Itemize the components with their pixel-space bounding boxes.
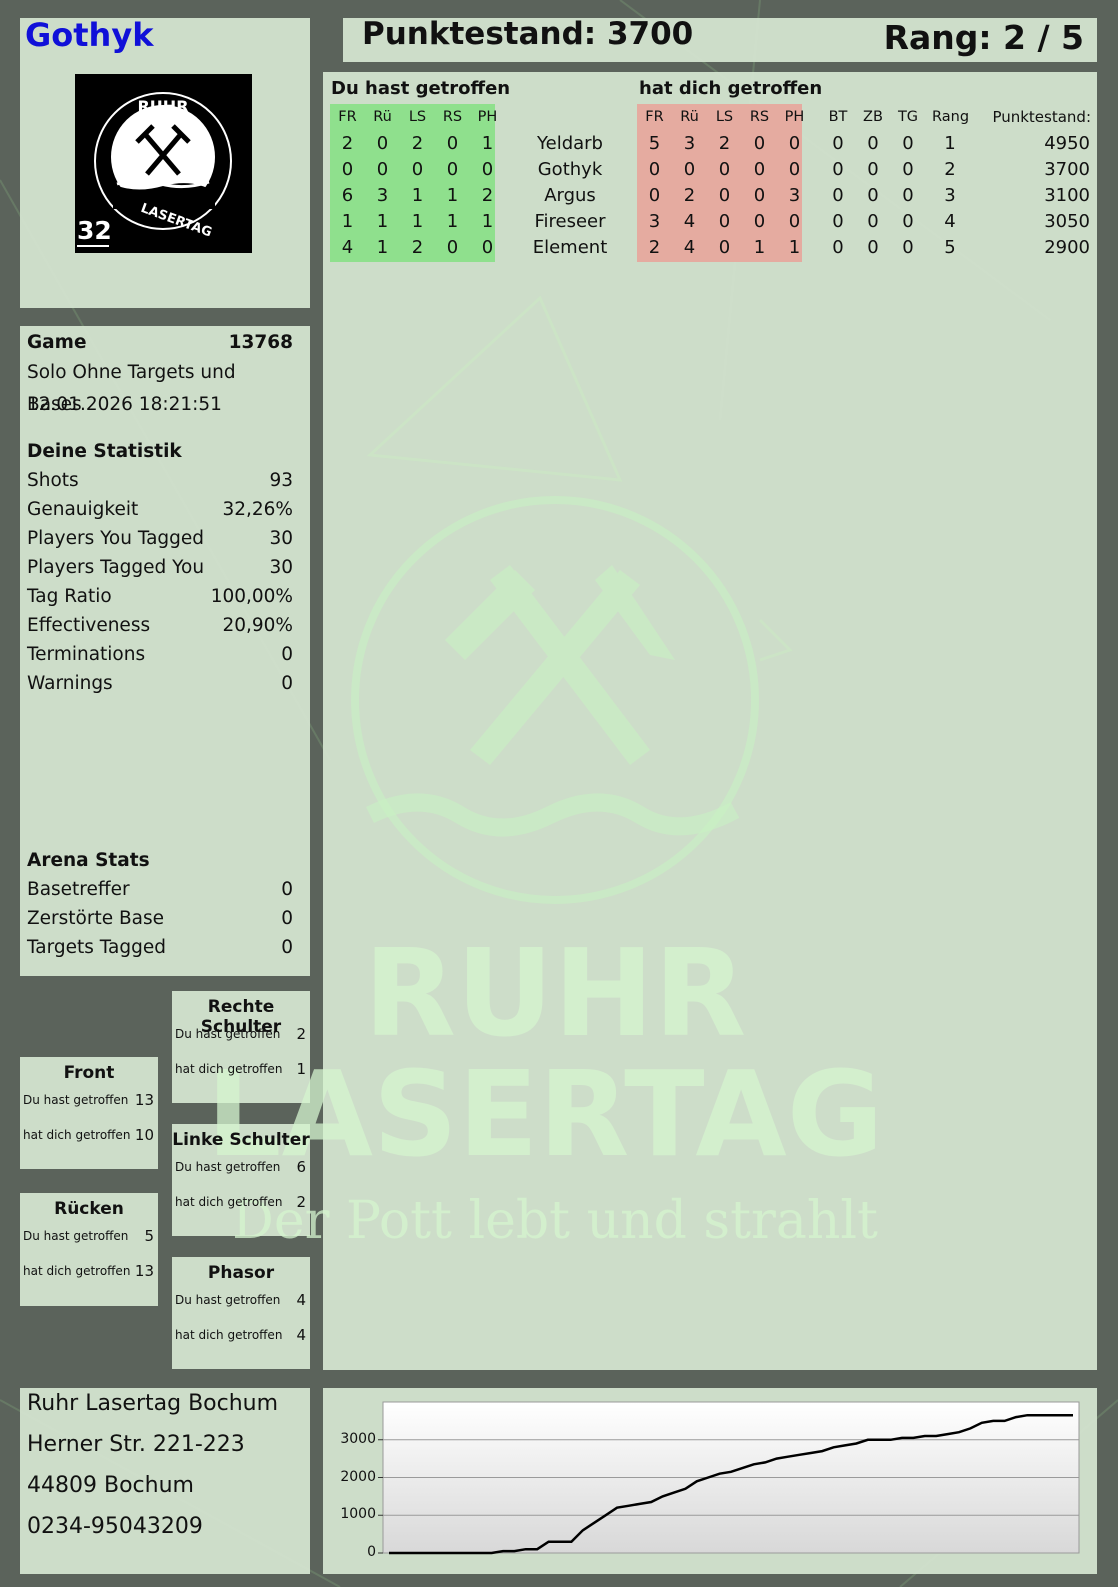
score-progress-chart: [378, 1401, 1080, 1555]
